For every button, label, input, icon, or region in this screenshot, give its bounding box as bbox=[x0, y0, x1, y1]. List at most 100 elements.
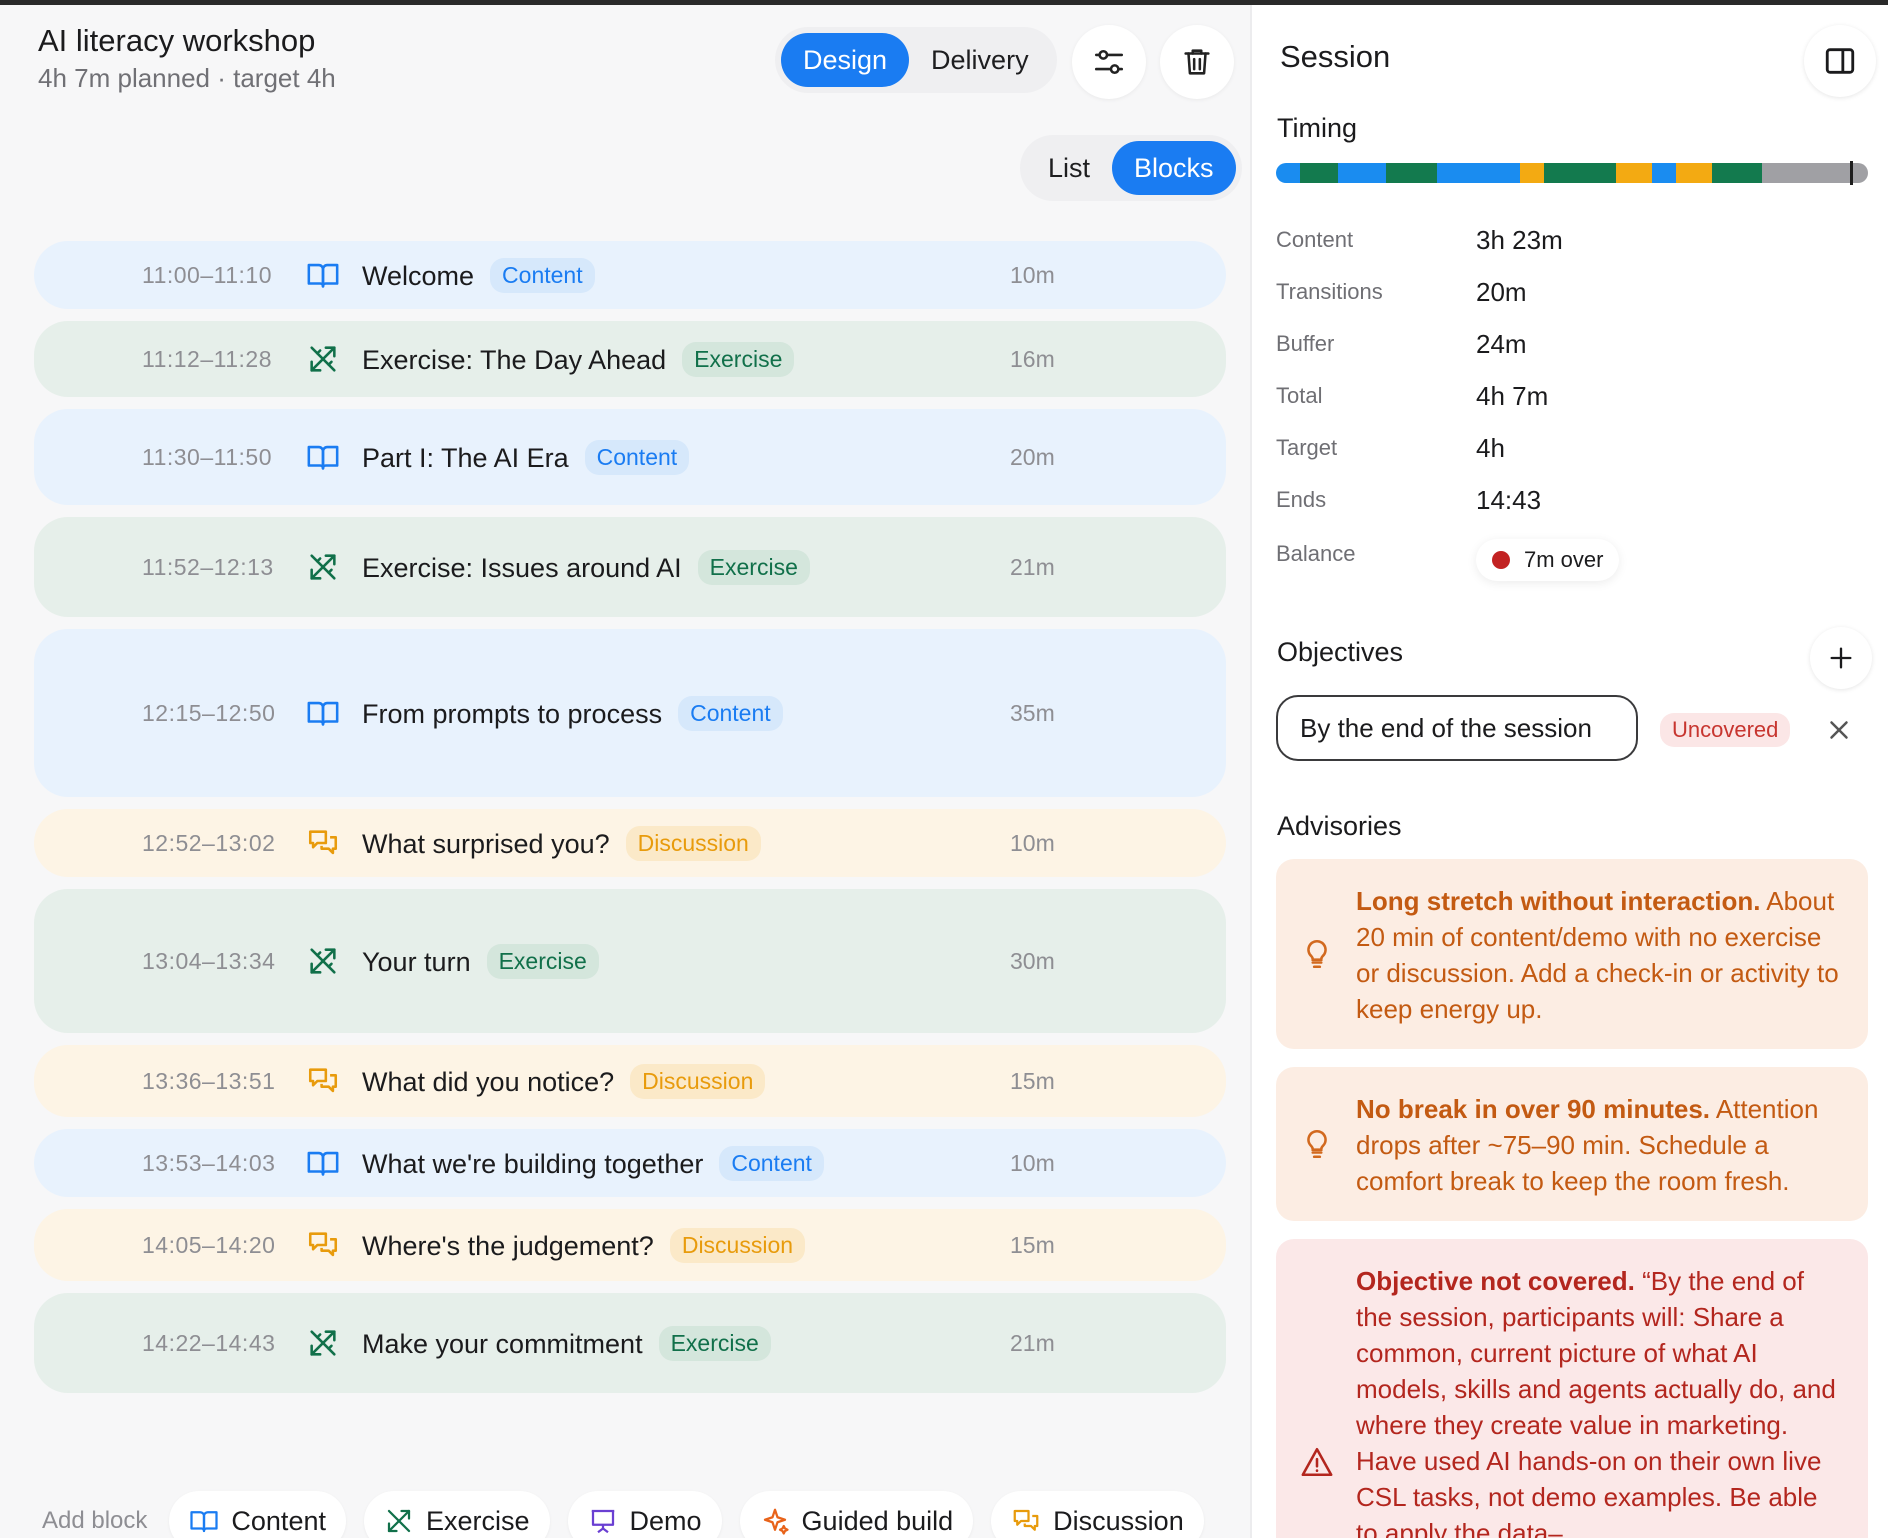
block-title-text: What did you notice? bbox=[362, 1066, 615, 1097]
advisory-card: No break in over 90 minutes. Attention d… bbox=[1276, 1067, 1868, 1221]
timing-segment-exercise bbox=[1544, 163, 1617, 183]
status-dot bbox=[1492, 551, 1510, 569]
block-duration: 16m bbox=[1010, 345, 1055, 372]
block-time: 12:15–12:50 bbox=[142, 699, 276, 726]
stat-value: 3h 23m bbox=[1476, 225, 1563, 255]
block-row[interactable]: 11:52–12:13 Exercise: Issues around AI Ex… bbox=[34, 517, 1226, 617]
sparkle-icon bbox=[763, 1508, 789, 1535]
block-duration: 10m bbox=[1010, 829, 1055, 856]
stat-label: Content bbox=[1276, 227, 1354, 252]
block-time: 13:53–14:03 bbox=[142, 1149, 276, 1176]
tab-blocks[interactable]: Blocks bbox=[1112, 141, 1236, 195]
block-duration: 21m bbox=[1010, 1329, 1055, 1356]
block-time: 12:52–13:02 bbox=[142, 829, 276, 856]
block-row[interactable]: 11:30–11:50 Part I: The AI Era Content 20… bbox=[34, 409, 1226, 505]
add-objective-button[interactable] bbox=[1810, 627, 1872, 689]
target-marker bbox=[1850, 161, 1853, 185]
block-title-text: Part I: The AI Era bbox=[362, 442, 569, 473]
timing-bar bbox=[1276, 163, 1868, 183]
block-row[interactable]: 13:36–13:51 What did you notice? Discussi… bbox=[34, 1045, 1226, 1117]
delete-session-button[interactable] bbox=[1160, 25, 1234, 99]
page-title: AI literacy workshop bbox=[38, 23, 316, 58]
add-discussion-button[interactable]: Discussion bbox=[991, 1491, 1204, 1538]
settings-button[interactable] bbox=[1072, 25, 1146, 99]
tab-design[interactable]: Design bbox=[781, 33, 910, 87]
balance-value: 7m over bbox=[1524, 547, 1604, 572]
block-time: 11:52–12:13 bbox=[142, 553, 274, 580]
advisory-text: Objective not covered. “By the end of th… bbox=[1356, 1263, 1846, 1538]
block-duration: 30m bbox=[1010, 947, 1055, 974]
add-exercise-label: Exercise bbox=[425, 1505, 530, 1536]
tools-icon bbox=[310, 346, 336, 372]
book-icon bbox=[307, 701, 339, 726]
block-type-badge: Discussion bbox=[625, 825, 761, 861]
block-title: Part I: The AI Era Content bbox=[362, 439, 690, 475]
mode-toggle: Design Delivery bbox=[775, 27, 1057, 93]
block-row[interactable]: 14:05–14:20 Where's the judgement? Discus… bbox=[34, 1209, 1226, 1281]
objective-status-badge: Uncovered bbox=[1660, 713, 1791, 747]
block-row[interactable]: 12:52–13:02 What surprised you? Discussio… bbox=[34, 809, 1226, 877]
chat-icon bbox=[308, 1232, 338, 1257]
presentation-icon bbox=[591, 1509, 614, 1534]
timing-segment-discussion bbox=[1676, 163, 1713, 183]
advisory-title: No break in over 90 minutes. bbox=[1356, 1094, 1711, 1124]
stat-value: 14:43 bbox=[1476, 485, 1542, 515]
toggle-panel-button[interactable] bbox=[1804, 25, 1876, 97]
add-guided-build-button[interactable]: Guided build bbox=[739, 1491, 974, 1538]
block-time: 11:12–11:28 bbox=[142, 345, 272, 372]
stat-label: Transitions bbox=[1276, 279, 1383, 304]
block-title-text: Exercise: Issues around AI bbox=[362, 552, 682, 583]
block-type-badge: Content bbox=[490, 257, 595, 293]
tab-delivery[interactable]: Delivery bbox=[909, 33, 1051, 87]
block-type-badge: Exercise bbox=[486, 943, 599, 979]
block-title-text: From prompts to process bbox=[362, 698, 663, 729]
block-duration: 15m bbox=[1010, 1067, 1055, 1094]
add-content-button[interactable]: Content bbox=[169, 1491, 346, 1538]
tab-list[interactable]: List bbox=[1026, 141, 1112, 195]
add-demo-label: Demo bbox=[629, 1505, 702, 1536]
block-row[interactable]: 11:12–11:28 Exercise: The Day Ahead Exerc… bbox=[34, 321, 1226, 397]
block-time: 14:22–14:43 bbox=[142, 1329, 276, 1356]
tools-icon bbox=[387, 1509, 411, 1533]
block-row[interactable]: 13:53–14:03 What we're building together… bbox=[34, 1129, 1226, 1197]
block-type-badge: Content bbox=[584, 439, 690, 475]
block-duration: 21m bbox=[1010, 553, 1055, 580]
block-time: 13:04–13:34 bbox=[142, 947, 276, 974]
block-title: Exercise: Issues around AI Exercise bbox=[362, 549, 810, 585]
stat-label: Ends bbox=[1276, 487, 1327, 512]
block-title-text: Your turn bbox=[362, 946, 471, 977]
view-toggle: List Blocks bbox=[1020, 135, 1242, 201]
block-type-badge: Content bbox=[678, 695, 783, 731]
sliders-icon bbox=[1094, 49, 1124, 75]
chat-icon bbox=[308, 830, 338, 855]
stat-label: Buffer bbox=[1276, 331, 1335, 356]
block-type-badge: Content bbox=[719, 1145, 824, 1181]
timing-segment-content bbox=[1652, 163, 1677, 183]
balance-badge: 7m over bbox=[1476, 539, 1620, 581]
add-demo-button[interactable]: Demo bbox=[567, 1491, 722, 1538]
block-time: 14:05–14:20 bbox=[142, 1231, 276, 1258]
stat-value: 4h bbox=[1476, 433, 1505, 463]
block-duration: 10m bbox=[1010, 261, 1055, 288]
book-icon bbox=[307, 1151, 339, 1176]
stat-value: 24m bbox=[1476, 329, 1527, 359]
advisory-card: Objective not covered. “By the end of th… bbox=[1276, 1239, 1868, 1538]
stat-label: Target bbox=[1276, 435, 1338, 460]
session-plan-pane: AI literacy workshop 4h 7m planned · tar… bbox=[0, 5, 1250, 1538]
tools-icon bbox=[310, 554, 336, 580]
block-row[interactable]: 14:22–14:43 Make your commitment Exercise… bbox=[34, 1293, 1226, 1393]
objective-input[interactable] bbox=[1276, 695, 1638, 761]
block-row[interactable]: 13:04–13:34 Your turn Exercise 30m bbox=[34, 889, 1226, 1033]
timing-heading: Timing bbox=[1277, 113, 1358, 143]
block-title: Make your commitment Exercise bbox=[362, 1325, 771, 1361]
block-row[interactable]: 11:00–11:10 Welcome Content 10m bbox=[34, 241, 1226, 309]
page-subtitle: 4h 7m planned · target 4h bbox=[38, 63, 336, 93]
close-icon[interactable] bbox=[1824, 715, 1854, 745]
add-exercise-button[interactable]: Exercise bbox=[363, 1491, 550, 1538]
block-title-text: What we're building together bbox=[362, 1148, 704, 1179]
block-title: Exercise: The Day Ahead Exercise bbox=[362, 341, 795, 377]
book-icon bbox=[307, 445, 339, 470]
block-title: Welcome Content bbox=[362, 257, 595, 293]
block-row[interactable]: 12:15–12:50 From prompts to process Conte… bbox=[34, 629, 1226, 797]
block-time: 11:30–11:50 bbox=[142, 443, 272, 470]
